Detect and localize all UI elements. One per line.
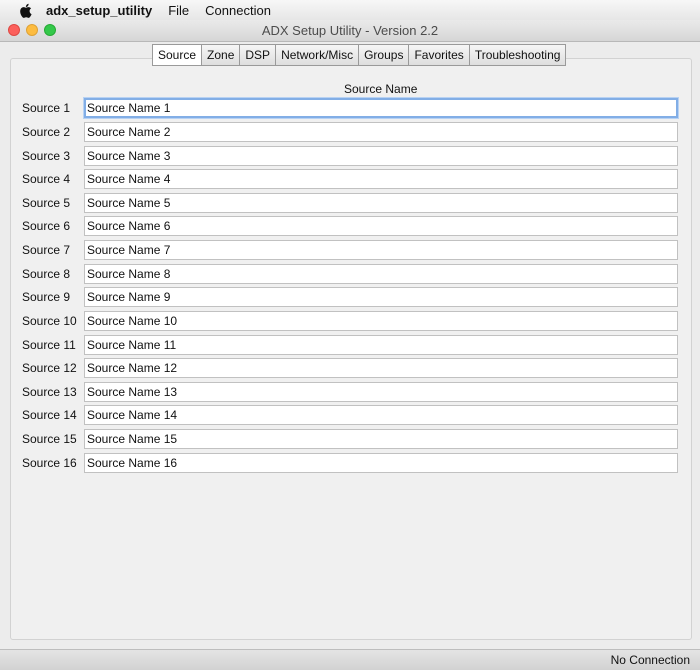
window-title: ADX Setup Utility - Version 2.2: [261, 23, 439, 38]
apple-logo-icon[interactable]: [18, 3, 32, 18]
tab-bar: Source Zone DSP Network/Misc Groups Favo…: [152, 44, 567, 66]
source-label: Source 6: [22, 219, 71, 233]
source-name-input[interactable]: [84, 429, 678, 449]
source-label: Source 8: [22, 267, 71, 281]
connection-status: No Connection: [610, 653, 690, 667]
source-row: Source 4: [0, 169, 700, 189]
tab-dsp[interactable]: DSP: [240, 44, 277, 66]
source-row: Source 1: [0, 98, 700, 118]
source-row: Source 9: [0, 287, 700, 307]
source-label: Source 14: [22, 408, 77, 422]
source-label: Source 7: [22, 243, 71, 257]
source-row: Source 8: [0, 264, 700, 284]
tab-troubleshooting[interactable]: Troubleshooting: [469, 44, 567, 66]
source-row: Source 7: [0, 240, 700, 260]
source-name-input[interactable]: [84, 169, 678, 189]
source-row: Source 5: [0, 193, 700, 213]
source-name-input[interactable]: [84, 287, 678, 307]
source-name-input[interactable]: [84, 453, 678, 473]
source-name-input[interactable]: [84, 240, 678, 260]
source-row: Source 2: [0, 122, 700, 142]
menu-file[interactable]: File: [168, 3, 189, 18]
menu-connection[interactable]: Connection: [205, 3, 271, 18]
source-label: Source 5: [22, 196, 71, 210]
source-name-input[interactable]: [84, 216, 678, 236]
source-row: Source 15: [0, 429, 700, 449]
source-row: Source 6: [0, 216, 700, 236]
source-row: Source 11: [0, 335, 700, 355]
source-label: Source 2: [22, 125, 71, 139]
source-label: Source 1: [22, 101, 71, 115]
status-bar: No Connection: [0, 649, 700, 670]
source-name-input[interactable]: [84, 264, 678, 284]
source-label: Source 3: [22, 149, 71, 163]
source-name-input[interactable]: [84, 382, 678, 402]
tab-source[interactable]: Source: [152, 44, 203, 66]
source-row: Source 13: [0, 382, 700, 402]
source-label: Source 16: [22, 456, 77, 470]
source-row: Source 10: [0, 311, 700, 331]
menu-bar: adx_setup_utility File Connection: [0, 0, 700, 21]
source-name-input[interactable]: [84, 146, 678, 166]
menu-app-name[interactable]: adx_setup_utility: [46, 3, 152, 18]
tab-network-misc[interactable]: Network/Misc: [276, 44, 360, 66]
window-titlebar: ADX Setup Utility - Version 2.2: [0, 20, 700, 42]
source-name-input[interactable]: [84, 98, 678, 118]
source-label: Source 12: [22, 361, 77, 375]
source-label: Source 4: [22, 172, 71, 186]
source-name-input[interactable]: [84, 193, 678, 213]
source-label: Source 11: [22, 338, 76, 352]
source-name-input[interactable]: [84, 311, 678, 331]
source-label: Source 15: [22, 432, 77, 446]
source-row: Source 16: [0, 453, 700, 473]
source-row: Source 3: [0, 146, 700, 166]
source-name-input[interactable]: [84, 405, 678, 425]
source-name-input[interactable]: [84, 335, 678, 355]
tab-favorites[interactable]: Favorites: [409, 44, 470, 66]
source-label: Source 9: [22, 290, 71, 304]
source-name-column-header: Source Name: [344, 82, 418, 96]
source-row: Source 14: [0, 405, 700, 425]
tab-zone[interactable]: Zone: [202, 44, 241, 66]
source-name-input[interactable]: [84, 122, 678, 142]
source-name-input[interactable]: [84, 358, 678, 378]
source-row: Source 12: [0, 358, 700, 378]
source-label: Source 10: [22, 314, 77, 328]
source-label: Source 13: [22, 385, 77, 399]
tab-groups[interactable]: Groups: [359, 44, 410, 66]
